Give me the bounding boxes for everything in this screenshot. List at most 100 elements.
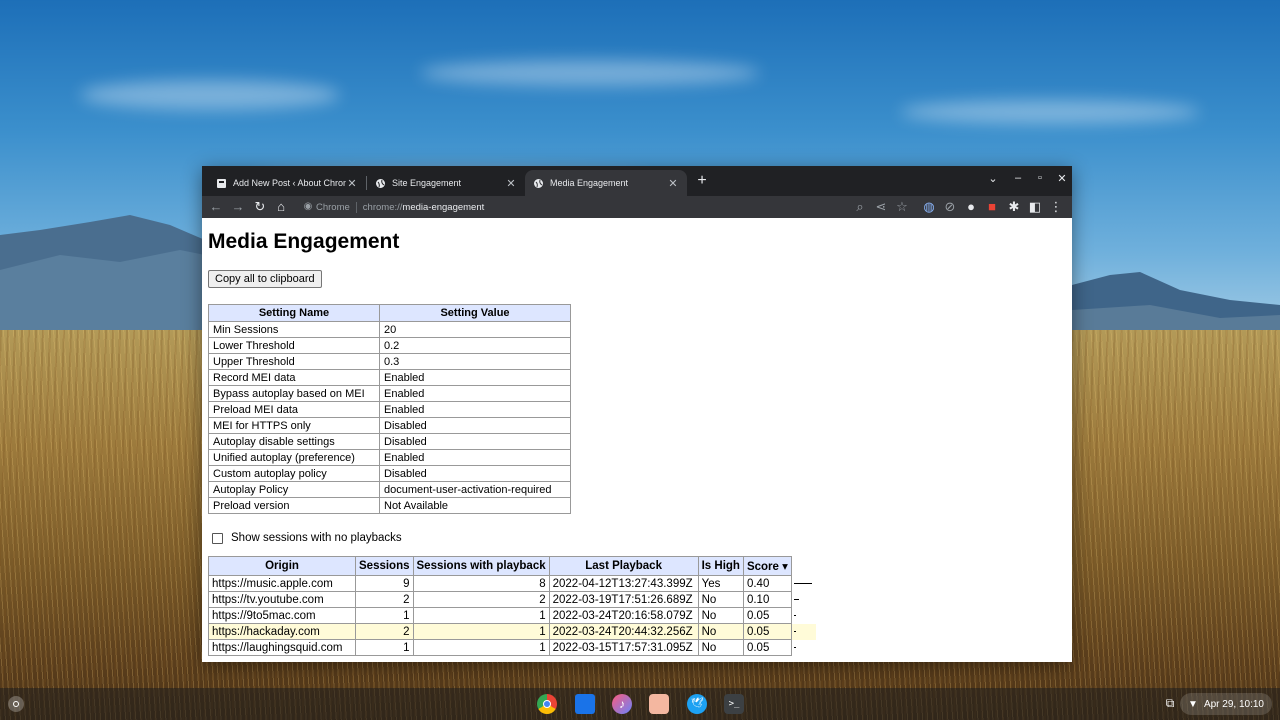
settings-row: Preload MEI data Enabled (208, 401, 571, 418)
engagement-header-row: Origin Sessions Sessions with playback L… (208, 556, 817, 576)
playback-cell: 1 (412, 607, 550, 624)
tab-title: Add New Post ‹ About Chromebooks (233, 178, 346, 188)
tab-strip: Add New Post ‹ About Chromebooks ✕ Site … (202, 166, 1072, 196)
last-playback-cell: 2022-03-19T17:51:26.689Z (548, 591, 699, 608)
forward-arrow-icon[interactable]: → (230, 199, 246, 215)
extension-icon[interactable]: ● (963, 199, 979, 215)
tab-site-engagement[interactable]: Site Engagement ✕ (367, 170, 525, 196)
extension-icon[interactable]: ■ (984, 199, 1000, 215)
setting-name: Unified autoplay (preference) (208, 449, 380, 466)
setting-name: Upper Threshold (208, 353, 380, 370)
files-icon[interactable] (575, 694, 595, 714)
setting-value: Disabled (379, 465, 571, 482)
last-playback-header[interactable]: Last Playback (548, 556, 699, 576)
bookmark-star-icon[interactable]: ☆ (894, 199, 910, 215)
omnibox[interactable]: Chrome chrome:// media-engagement (298, 197, 918, 217)
launcher-icon[interactable] (8, 696, 24, 712)
playback-cell: 2 (412, 591, 550, 608)
close-tab-icon[interactable]: ✕ (346, 177, 358, 190)
tab-title: Media Engagement (550, 178, 629, 188)
score-header[interactable]: Score ▾ (742, 556, 792, 576)
url-path: media-engagement (402, 201, 485, 213)
reload-icon[interactable]: ↻ (252, 199, 268, 215)
tab-add-new-post[interactable]: Add New Post ‹ About Chromebooks ✕ (208, 170, 366, 196)
side-panel-icon[interactable]: ◧ (1027, 199, 1043, 215)
origin-cell: https://hackaday.com (208, 623, 356, 640)
minimize-icon[interactable]: – (1010, 172, 1026, 184)
score-cell: 0.40 (742, 575, 792, 592)
settings-row: Bypass autoplay based on MEI Enabled (208, 385, 571, 402)
close-window-icon[interactable]: ✕ (1054, 172, 1070, 185)
home-icon[interactable]: ⌂ (273, 199, 289, 215)
setting-name: Custom autoplay policy (208, 465, 380, 482)
close-tab-icon[interactable]: ✕ (667, 177, 679, 190)
clipboard-tray-icon[interactable]: ⧉ (1163, 696, 1177, 710)
tab-search-chevron-icon[interactable]: ⌄ (985, 172, 1001, 185)
extension-icon[interactable]: ⊘ (942, 199, 958, 215)
playback-cell: 1 (412, 639, 550, 656)
origin-cell: https://music.apple.com (208, 575, 356, 592)
copy-all-button[interactable]: Copy all to clipboard (208, 270, 322, 288)
chrome-site-icon[interactable]: ◉ (300, 199, 316, 215)
score-bar-cell (791, 608, 816, 624)
setting-name-header: Setting Name (208, 304, 380, 322)
origin-header[interactable]: Origin (208, 556, 356, 576)
sessions-with-playback-header[interactable]: Sessions with playback (412, 556, 550, 576)
last-playback-cell: 2022-04-12T13:27:43.399Z (548, 575, 699, 592)
show-no-playbacks-label: Show sessions with no playbacks (231, 532, 402, 544)
url-scheme: chrome:// (362, 201, 403, 213)
settings-row: Upper Threshold 0.3 (208, 353, 571, 370)
sessions-cell: 2 (355, 591, 414, 608)
show-no-playbacks-checkbox[interactable] (212, 532, 223, 544)
playback-cell: 8 (412, 575, 550, 592)
score-cell: 0.05 (742, 639, 792, 656)
back-arrow-icon[interactable]: ← (208, 199, 224, 215)
score-bar-cell (791, 592, 816, 608)
settings-row: Custom autoplay policy Disabled (208, 465, 571, 482)
score-bar-cell (791, 576, 816, 592)
menu-kebab-icon[interactable]: ⋮ (1048, 199, 1064, 215)
close-tab-icon[interactable]: ✕ (505, 177, 517, 190)
twitter-icon[interactable]: 🕊 (687, 694, 707, 714)
new-tab-button[interactable]: + (692, 172, 712, 190)
last-playback-cell: 2022-03-24T20:44:32.256Z (548, 623, 699, 640)
is-high-header[interactable]: Is High (697, 556, 744, 576)
score-bar-header (791, 557, 816, 576)
music-icon[interactable]: ♪ (612, 694, 632, 714)
setting-value: 0.2 (379, 337, 571, 354)
chrome-icon[interactable] (537, 694, 557, 714)
setting-name: Preload MEI data (208, 401, 380, 418)
show-no-playbacks-toggle[interactable]: Show sessions with no playbacks (208, 532, 1066, 544)
score-bar-cell (791, 623, 817, 640)
setting-value: Disabled (379, 433, 571, 450)
setting-value: document-user-activation-required (379, 481, 571, 498)
sessions-cell: 1 (355, 639, 414, 656)
password-extension-icon[interactable]: ◍ (921, 199, 937, 215)
score-bar (793, 599, 799, 600)
setting-value: Enabled (379, 401, 571, 418)
score-bar-cell (791, 640, 816, 656)
is-high-cell: Yes (697, 575, 744, 592)
engagement-row: https://tv.youtube.com 2 2 2022-03-19T17:51… (208, 591, 817, 608)
score-bar (793, 615, 796, 616)
status-area[interactable]: ▼ Apr 29, 10:10 (1180, 693, 1272, 715)
date-time: Apr 29, 10:10 (1203, 698, 1264, 710)
playback-cell: 1 (412, 623, 550, 640)
terminal-icon[interactable]: >_ (724, 694, 744, 714)
setting-name: Min Sessions (208, 321, 380, 338)
puzzle-extensions-icon[interactable]: ✱ (1006, 199, 1022, 215)
sessions-cell: 2 (355, 623, 414, 640)
zoom-icon[interactable]: ⌕ (852, 199, 868, 215)
photos-icon[interactable] (649, 694, 669, 714)
setting-value: Enabled (379, 369, 571, 386)
sessions-header[interactable]: Sessions (355, 556, 414, 576)
last-playback-cell: 2022-03-24T20:16:58.079Z (548, 607, 699, 624)
share-icon[interactable]: ⋖ (873, 199, 889, 215)
maximize-icon[interactable]: ▫ (1032, 172, 1048, 184)
wifi-icon: ▼ (1188, 698, 1198, 710)
engagement-row: https://music.apple.com 9 8 2022-04-12T13:2… (208, 575, 817, 592)
origin-cell: https://laughingsquid.com (208, 639, 356, 656)
origin-cell: https://tv.youtube.com (208, 591, 356, 608)
tab-media-engagement[interactable]: Media Engagement ✕ (525, 170, 687, 196)
score-bar (793, 647, 796, 648)
